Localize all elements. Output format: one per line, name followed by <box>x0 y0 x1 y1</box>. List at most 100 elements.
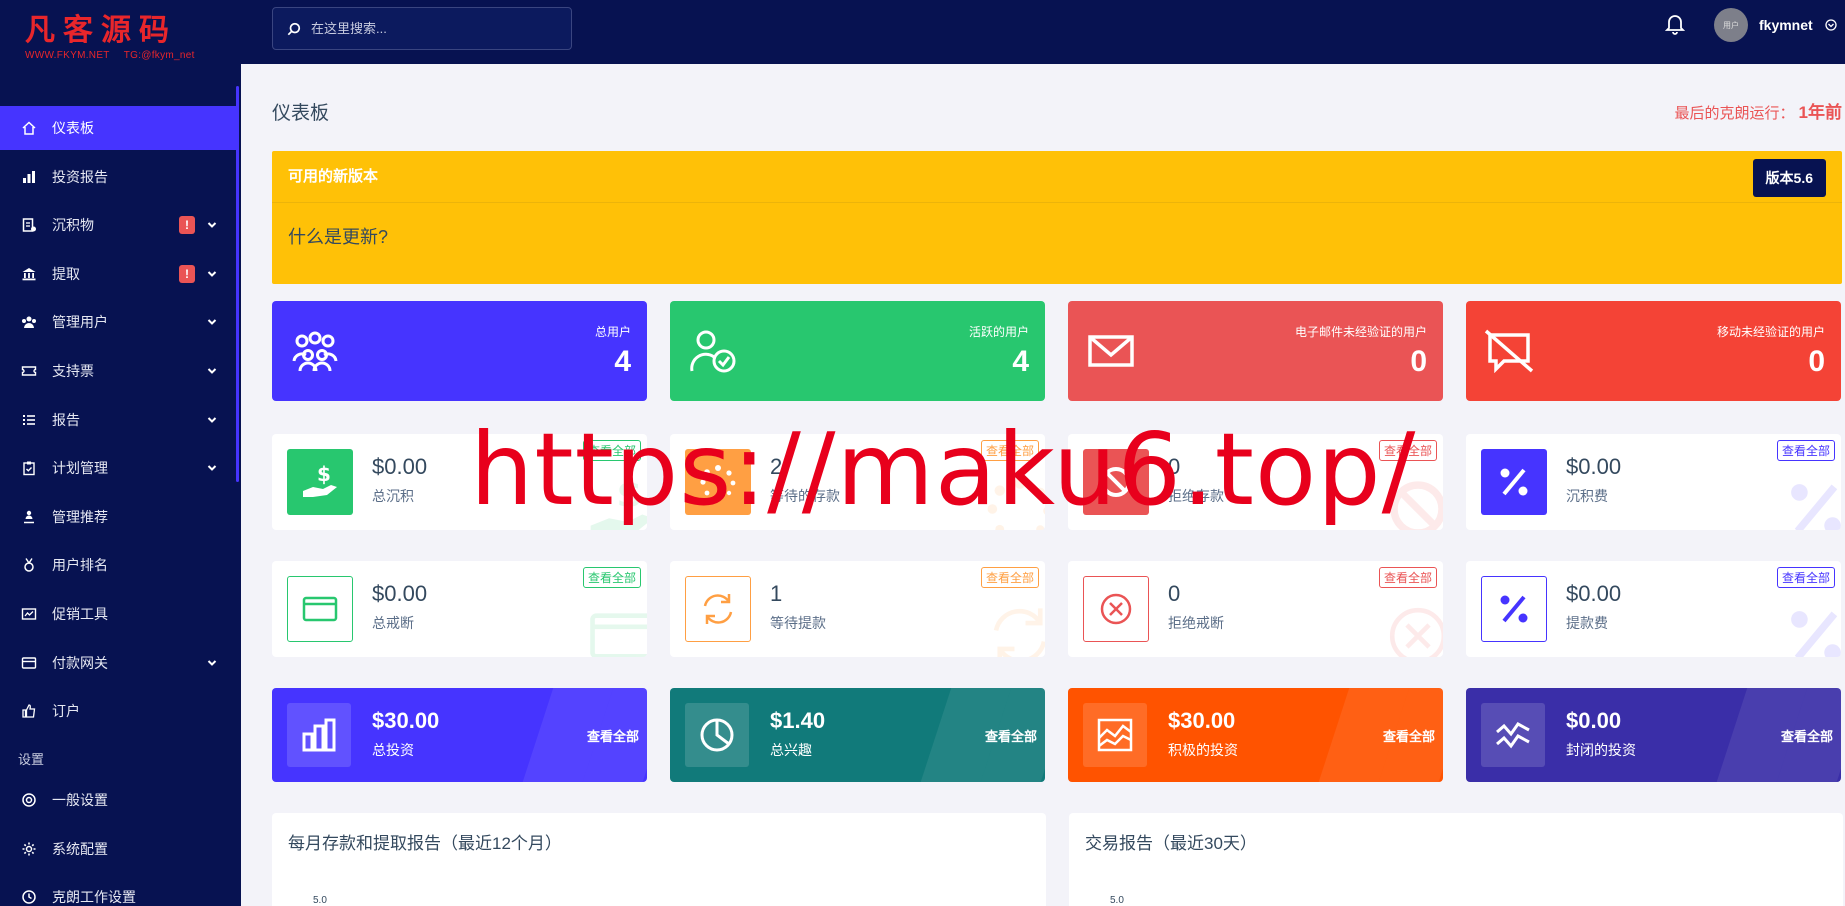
stat-card: $0.00 提款费 查看全部 <box>1466 561 1841 657</box>
sidebar-item[interactable]: 提取! <box>0 252 237 296</box>
withdraw-stats-row: $0.00 总戒断 查看全部 1 等待提款 查看全部 0 拒绝戒断 查看全部 $0.00 提款费 查看… <box>272 561 1841 657</box>
clock-icon-wrap <box>20 888 38 906</box>
stat-label: 总投资 <box>372 742 414 758</box>
stat-label: 积极的投资 <box>1168 742 1238 758</box>
sidebar-item[interactable]: 付款网关 <box>0 641 237 685</box>
referral-icon <box>24 510 34 523</box>
view-all-button[interactable]: 查看全部 <box>582 567 641 588</box>
stat-card[interactable]: 活跃的用户 4 <box>670 301 1045 401</box>
search-box <box>272 7 572 50</box>
version-button[interactable]: 版本5.6 <box>1752 159 1826 197</box>
chevron-down-icon <box>207 319 217 326</box>
stat-label: 拒绝戒断 <box>1168 615 1224 631</box>
sidebar-item-label: 支持票 <box>52 362 94 379</box>
wallet-card-icon <box>302 596 338 622</box>
username[interactable]: fkymnet <box>1759 17 1813 33</box>
logo-subtitle: WWW.FKYM.NET TG:@fkym_net <box>25 50 241 61</box>
bar-chart-icon <box>302 718 336 752</box>
sidebar-item-label: 计划管理 <box>52 460 108 477</box>
view-all-button[interactable]: 查看全部 <box>1378 567 1437 588</box>
decorative-wallet-card-icon <box>590 613 647 657</box>
sync-icon <box>703 594 733 624</box>
bell-icon[interactable] <box>1665 13 1685 35</box>
deposit-icon-wrap <box>20 216 38 234</box>
chevron-down-icon <box>207 659 217 666</box>
users-icon <box>22 316 36 329</box>
sidebar-item[interactable]: 沉积物! <box>0 203 237 247</box>
user-stats-row: 总用户 4 活跃的用户 4 电子邮件未经验证的用户 0 移动未经验证的用户 0 <box>272 301 1841 401</box>
sidebar-item[interactable]: 仪表板 <box>0 106 237 150</box>
sidebar-item[interactable]: 支持票 <box>0 349 237 393</box>
alert-badge: ! <box>179 216 195 235</box>
cron-status: 最后的克朗运行： 1年前 <box>1675 98 1842 123</box>
avatar[interactable]: 用户 <box>1714 8 1748 42</box>
stat-card[interactable]: 电子邮件未经验证的用户 0 <box>1068 301 1443 401</box>
stat-icon-box <box>1083 576 1149 642</box>
decorative-x-circle-icon <box>1389 607 1443 657</box>
clipboard-icon <box>23 461 35 476</box>
stat-card: 0 拒绝戒断 查看全部 <box>1068 561 1443 657</box>
sidebar-item[interactable]: 投资报告 <box>0 155 237 199</box>
stat-label: 总戒断 <box>372 615 414 631</box>
sidebar-item[interactable]: 促销工具 <box>0 592 237 636</box>
investment-card: $1.40 总兴趣 查看全部 <box>670 688 1045 782</box>
sidebar-item[interactable]: 一般设置 <box>0 778 237 822</box>
gear-icon-wrap <box>20 840 38 858</box>
bar-chart-icon <box>23 170 35 183</box>
stat-label: 总兴趣 <box>770 742 812 758</box>
logo[interactable]: 凡客源码 WWW.FKYM.NET TG:@fkym_net <box>0 0 241 88</box>
stat-value: $1.40 <box>770 708 826 733</box>
stat-label: 沉积费 <box>1566 488 1608 504</box>
view-all-button[interactable]: 查看全部 <box>1781 726 1833 745</box>
home-icon <box>22 121 36 135</box>
search-icon <box>287 22 301 35</box>
settings-circle-icon <box>22 793 36 807</box>
axis-tick-label: 5.0 <box>1110 895 1124 906</box>
stat-label: 移动未经验证的用户 <box>1716 325 1825 339</box>
sidebar-item[interactable]: 系统配置 <box>0 827 237 871</box>
chevron-down-icon[interactable] <box>1825 19 1837 31</box>
stat-value: $30.00 <box>1168 708 1236 733</box>
view-all-button[interactable]: 查看全部 <box>985 726 1037 745</box>
banner-header: 可用的新版本 版本5.6 <box>272 151 1842 203</box>
sidebar-item[interactable]: 报告 <box>0 398 237 442</box>
investment-stats-row: $30.00 总投资 查看全部 $1.40 总兴趣 查看全部 $30.00 积极的投资 查看全部… <box>272 688 1841 782</box>
promo-icon <box>21 608 37 620</box>
sidebar-item-label: 付款网关 <box>52 654 108 671</box>
view-all-button[interactable]: 查看全部 <box>980 567 1039 588</box>
investment-card: $0.00 封闭的投资 查看全部 <box>1466 688 1841 782</box>
stat-value: 4 <box>614 345 631 378</box>
users-group-icon <box>292 331 338 372</box>
chevron-down-icon <box>207 271 217 277</box>
stat-card[interactable]: 总用户 4 <box>272 301 647 401</box>
stat-value: 0 <box>1168 581 1181 606</box>
stat-value: 0 <box>1808 345 1825 378</box>
sidebar-item-label: 促销工具 <box>52 605 108 622</box>
ticket-icon-wrap <box>20 362 38 380</box>
sidebar-item[interactable]: 用户排名 <box>0 543 237 587</box>
logo-tg: TG:@fkym_net <box>123 50 195 61</box>
sidebar-item[interactable]: 订户 <box>0 689 237 733</box>
search-input[interactable] <box>311 21 551 36</box>
stat-value: $0.00 <box>1566 454 1622 479</box>
sidebar-item[interactable]: 管理推荐 <box>0 495 237 539</box>
message-slash-icon <box>1484 329 1534 373</box>
stat-icon-box <box>287 576 353 642</box>
settings-circle-icon-wrap <box>20 791 38 809</box>
stat-card[interactable]: 移动未经验证的用户 0 <box>1466 301 1841 401</box>
deposit-icon <box>22 218 36 232</box>
stat-label: 总用户 <box>594 325 631 339</box>
list-icon-wrap <box>20 411 38 429</box>
stat-label: 电子邮件未经验证的用户 <box>1294 325 1427 339</box>
bank-icon <box>22 267 36 281</box>
view-all-button[interactable]: 查看全部 <box>587 726 639 745</box>
stat-card: 1 等待提款 查看全部 <box>670 561 1045 657</box>
view-all-button[interactable]: 查看全部 <box>1383 726 1435 745</box>
view-all-button[interactable]: 查看全部 <box>1776 440 1835 461</box>
view-all-button[interactable]: 查看全部 <box>1776 567 1835 588</box>
sidebar-item[interactable]: 克朗工作设置 <box>0 875 237 906</box>
clock-icon <box>22 890 36 905</box>
sidebar-item[interactable]: 管理用户 <box>0 300 237 344</box>
sidebar-item[interactable]: 计划管理 <box>0 446 237 490</box>
area-chart-icon <box>1097 718 1133 752</box>
